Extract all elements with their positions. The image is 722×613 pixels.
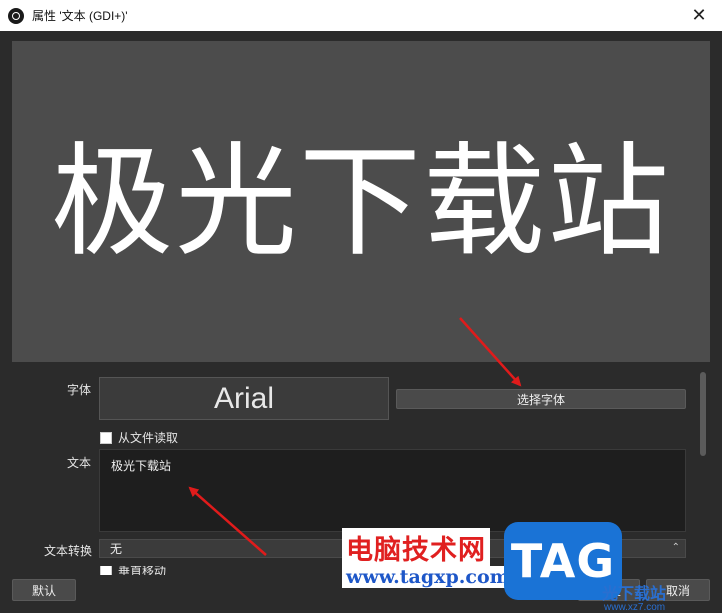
read-from-file-row[interactable]: 从文件读取 bbox=[100, 429, 178, 446]
read-from-file-checkbox[interactable] bbox=[100, 431, 112, 444]
title-bar: 属性 '文本 (GDI+)' ✕ bbox=[0, 0, 722, 31]
obs-app-icon bbox=[8, 7, 24, 24]
window-title: 属性 '文本 (GDI+)' bbox=[32, 9, 128, 23]
vertical-move-row[interactable]: 垂直移动 bbox=[100, 566, 166, 575]
text-transform-value: 无 bbox=[110, 542, 123, 556]
font-label: 字体 bbox=[67, 383, 92, 397]
scrollbar-thumb[interactable] bbox=[700, 372, 706, 456]
watermark-right-text: 光下载站 bbox=[602, 586, 667, 603]
watermark: 电脑技术网 www.tagxp.com TAG 光下载站 www.xz7.com bbox=[332, 522, 722, 613]
vertical-move-label: 垂直移动 bbox=[118, 566, 167, 575]
select-font-button[interactable]: 选择字体 bbox=[396, 389, 686, 409]
text-preview-area: 极光下载站 bbox=[12, 41, 710, 362]
text-input[interactable]: 极光下载站 bbox=[99, 449, 686, 532]
font-preview-box: Arial bbox=[99, 377, 389, 420]
text-transform-label: 文本转换 bbox=[44, 544, 93, 558]
close-icon[interactable]: ✕ bbox=[676, 0, 722, 31]
preview-text: 极光下载站 bbox=[51, 130, 671, 273]
text-label: 文本 bbox=[67, 456, 92, 470]
defaults-button[interactable]: 默认 bbox=[12, 579, 76, 601]
read-from-file-label: 从文件读取 bbox=[118, 431, 179, 445]
watermark-site-url: www.tagxp.com bbox=[342, 566, 514, 588]
vertical-move-checkbox[interactable] bbox=[100, 566, 112, 575]
watermark-site-name: 电脑技术网 bbox=[342, 528, 490, 567]
watermark-right-url: www.xz7.com bbox=[604, 602, 666, 613]
